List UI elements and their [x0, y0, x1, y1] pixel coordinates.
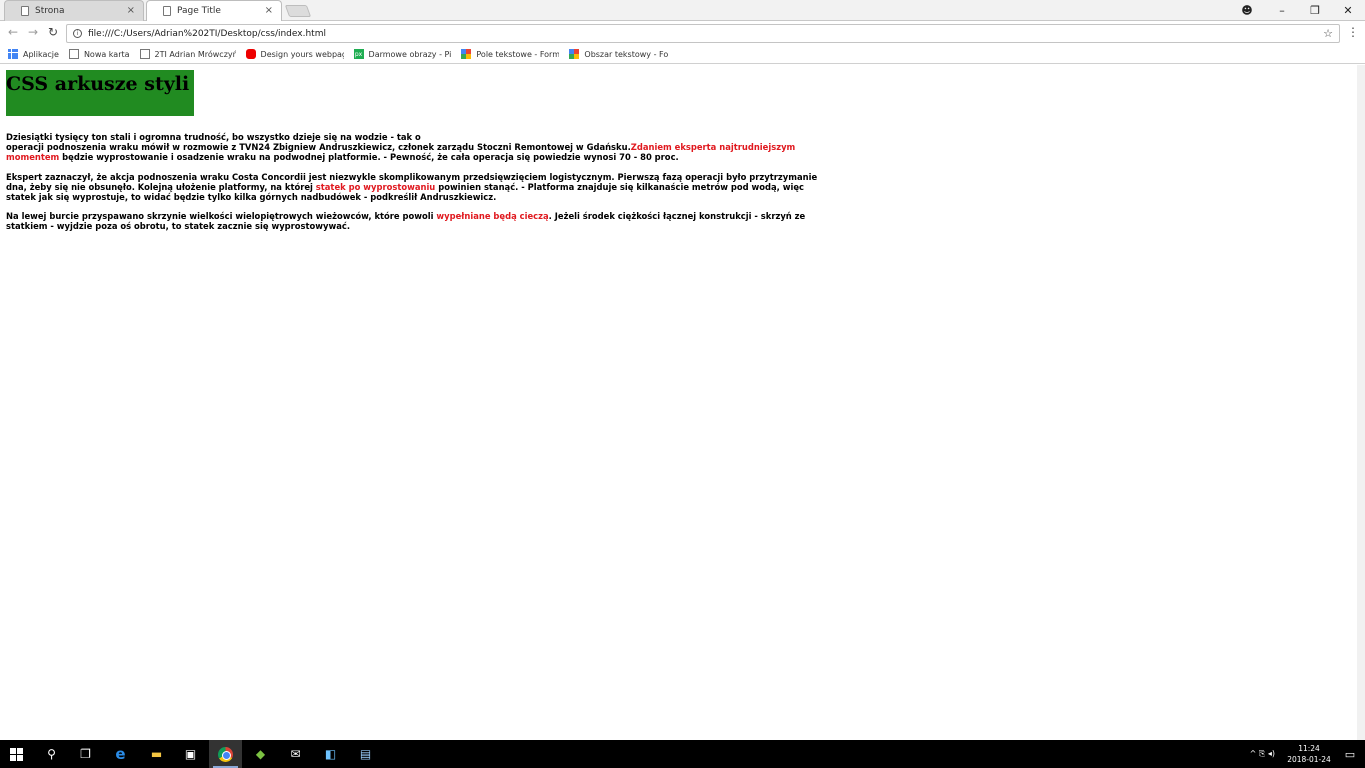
bookmark-label: Aplikacje — [23, 49, 59, 59]
windows-logo-icon — [10, 747, 23, 761]
clock[interactable]: 11:24 2018-01-24 — [1283, 743, 1335, 765]
bookmarks-bar: Aplikacje Nowa karta 2TI Adrian Mrówczyń… — [0, 45, 1365, 64]
tab-strona[interactable]: Strona × — [4, 0, 144, 21]
page-viewport: CSS arkusze styli Dziesiątki tysięcy ton… — [0, 65, 1365, 740]
url-text: file:///C:/Users/Adrian%202TI/Desktop/cs… — [88, 28, 326, 39]
bookmark-pole-tekstowe[interactable]: Pole tekstowe - Form — [461, 49, 559, 59]
page-icon — [139, 49, 150, 59]
bookmark-label: Design yours webpag — [260, 49, 344, 59]
paragraph-text: Dziesiątki tysięcy ton stali i ogromna t… — [6, 132, 421, 142]
highlight-text: wypełniane będą cieczą — [436, 211, 549, 222]
file-explorer-icon[interactable]: ▬ — [140, 740, 173, 768]
bookmark-label: Obszar tekstowy - Fo — [584, 49, 669, 59]
paragraph-3: Na lewej burcie przyspawano skrzynie wie… — [6, 211, 826, 231]
page-icon — [68, 49, 79, 59]
search-icon[interactable]: ⚲ — [35, 740, 68, 768]
info-icon[interactable]: i — [73, 29, 82, 38]
system-tray: ^ ⎘ ◂) 11:24 2018-01-24 ▭ — [1250, 740, 1365, 768]
close-icon[interactable]: × — [265, 5, 273, 16]
bookmark-star-icon[interactable]: ☆ — [1323, 27, 1333, 40]
google-icon — [569, 49, 580, 59]
editor-app-icon[interactable]: ◧ — [314, 740, 347, 768]
paragraph-text: Na lewej burcie przyspawano skrzynie wie… — [6, 211, 437, 222]
bookmark-nowa-karta[interactable]: Nowa karta — [68, 49, 130, 59]
menu-icon[interactable]: ⋮ — [1347, 25, 1359, 39]
mail-icon[interactable]: ✉ — [279, 740, 312, 768]
vertical-scrollbar[interactable] — [1357, 65, 1365, 740]
edge-icon[interactable]: e — [104, 740, 137, 768]
chrome-taskbar-button[interactable] — [209, 740, 242, 768]
start-button[interactable] — [0, 740, 33, 768]
bookmark-darmowe-obrazy[interactable]: px Darmowe obrazy - Pi — [353, 49, 452, 59]
forward-icon[interactable]: → — [25, 25, 41, 39]
tray-icons[interactable]: ^ ⎘ ◂) — [1250, 749, 1275, 759]
article-content: Dziesiątki tysięcy ton stali i ogromna t… — [6, 132, 826, 241]
tab-title: Page Title — [177, 6, 221, 16]
minimize-button[interactable]: – — [1266, 0, 1298, 21]
tab-strip: Strona × Page Title × ☻ – ❐ ✕ — [0, 0, 1365, 21]
youtube-icon — [245, 49, 256, 59]
account-icon[interactable]: ☻ — [1231, 0, 1263, 21]
highlight-text: statek po wyprostowaniu — [315, 181, 436, 192]
bookmark-design[interactable]: Design yours webpag — [245, 49, 344, 59]
paragraph-text: będzie wyprostowanie i osadzenie wraku n… — [59, 152, 679, 163]
bookmark-label: 2TI Adrian Mrówczyń — [154, 49, 236, 59]
notepad-app-icon[interactable]: ▤ — [349, 740, 382, 768]
bookmark-aplikacje[interactable]: Aplikacje — [8, 49, 59, 59]
clock-date: 2018-01-24 — [1287, 755, 1331, 764]
tab-page-title[interactable]: Page Title × — [146, 0, 282, 21]
page-heading: CSS arkusze styli — [6, 73, 190, 95]
browser-toolbar: ← → ↻ i file:///C:/Users/Adrian%202TI/De… — [0, 22, 1365, 45]
address-bar[interactable]: i file:///C:/Users/Adrian%202TI/Desktop/… — [66, 24, 1340, 43]
pixabay-icon: px — [353, 49, 364, 59]
bookmark-obszar-tekstowy[interactable]: Obszar tekstowy - Fo — [569, 49, 668, 59]
bookmark-label: Darmowe obrazy - Pi — [368, 49, 452, 59]
paragraph-text: operacji podnoszenia wraku mówił w rozmo… — [6, 142, 631, 153]
google-icon — [461, 49, 472, 59]
page-icon — [163, 6, 171, 16]
windows-taskbar: ⚲ ❐ e ▬ ▣ ◆ ✉ ◧ ▤ ^ ⎘ ◂) 11:24 2018-01-2… — [0, 740, 1365, 768]
restore-button[interactable]: ❐ — [1299, 0, 1331, 21]
paragraph-2: Ekspert zaznaczył, że akcja podnoszenia … — [6, 172, 826, 203]
task-view-icon[interactable]: ❐ — [69, 740, 102, 768]
new-tab-button[interactable] — [284, 5, 312, 17]
shield-app-icon[interactable]: ◆ — [244, 740, 277, 768]
store-icon[interactable]: ▣ — [174, 740, 207, 768]
apps-grid-icon — [8, 49, 18, 59]
bookmark-2ti[interactable]: 2TI Adrian Mrówczyń — [139, 49, 236, 59]
back-icon[interactable]: ← — [5, 25, 21, 39]
tab-title: Strona — [35, 6, 65, 16]
close-window-button[interactable]: ✕ — [1332, 0, 1364, 21]
notification-icon[interactable]: ▭ — [1335, 748, 1365, 761]
bookmark-label: Pole tekstowe - Form — [476, 49, 560, 59]
bookmark-label: Nowa karta — [83, 49, 130, 59]
clock-time: 11:24 — [1298, 744, 1320, 753]
close-icon[interactable]: × — [127, 5, 135, 16]
heading-box: CSS arkusze styli — [6, 70, 194, 116]
reload-icon[interactable]: ↻ — [45, 25, 61, 39]
chrome-icon — [218, 746, 233, 762]
page-icon — [21, 6, 29, 16]
paragraph-1: Dziesiątki tysięcy ton stali i ogromna t… — [6, 132, 826, 163]
